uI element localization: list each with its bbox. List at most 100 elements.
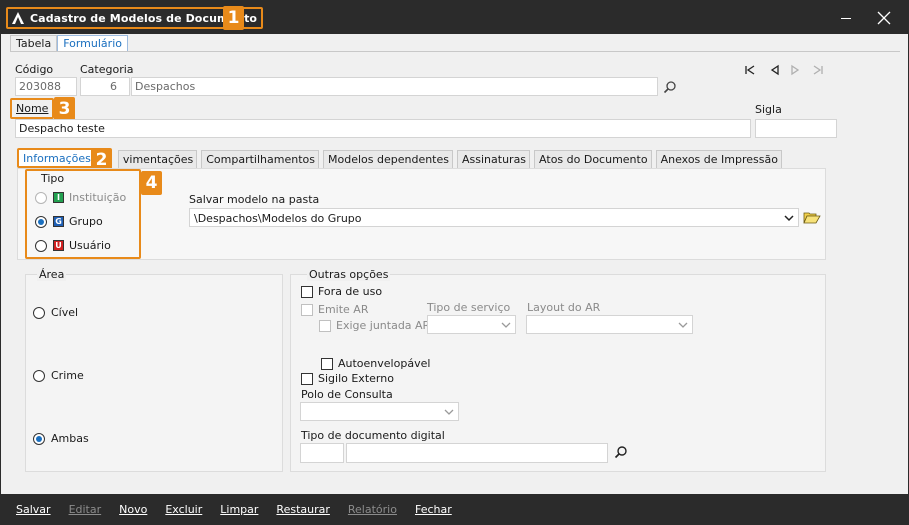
layout-ar-label: Layout do AR bbox=[527, 301, 601, 314]
tab-divider bbox=[10, 51, 900, 52]
minimize-icon bbox=[841, 18, 851, 19]
categoria-search-icon[interactable] bbox=[663, 80, 677, 97]
novo-button[interactable]: Novo bbox=[119, 503, 147, 516]
tab-compartilhamentos[interactable]: Compartilhamentos bbox=[201, 150, 319, 168]
tab-modelos-dependentes[interactable]: Modelos dependentes bbox=[323, 150, 453, 168]
relatorio-button: Relatório bbox=[347, 502, 397, 516]
sigla-field[interactable] bbox=[755, 119, 837, 138]
tipo-doc-digital-label: Tipo de documento digital bbox=[301, 429, 445, 442]
bottom-toolbar: Salvar Editar Novo Excluir Limpar Restau… bbox=[1, 494, 908, 524]
restaurar-button[interactable]: Restaurar bbox=[276, 503, 329, 516]
crime-label: Crime bbox=[51, 369, 84, 382]
tipo-instituicao-radio: I Instituição bbox=[35, 191, 126, 204]
next-record-icon bbox=[789, 64, 801, 79]
outras-opcoes-label: Outras opções bbox=[307, 268, 391, 281]
tipo-label: Tipo bbox=[41, 172, 65, 185]
usuario-icon: U bbox=[53, 240, 64, 251]
area-civel-radio[interactable]: Cível bbox=[33, 306, 78, 319]
minimize-button[interactable] bbox=[835, 7, 857, 29]
first-record-icon[interactable] bbox=[744, 64, 756, 79]
instituicao-icon: I bbox=[53, 192, 64, 203]
tipo-doc-search-icon[interactable] bbox=[614, 445, 628, 462]
inner-tabs: Informações vimentações Compartilhamento… bbox=[17, 148, 786, 168]
nome-field[interactable]: Despacho teste bbox=[15, 119, 751, 138]
fora-de-uso-checkbox[interactable]: Fora de uso bbox=[301, 285, 382, 298]
tab-assinaturas[interactable]: Assinaturas bbox=[457, 150, 531, 168]
nome-label: Nome bbox=[16, 102, 49, 115]
grupo-icon: G bbox=[53, 216, 64, 227]
codigo-field[interactable]: 203088 bbox=[15, 77, 77, 96]
grupo-label: Grupo bbox=[69, 215, 103, 228]
codigo-label: Código bbox=[15, 63, 54, 76]
emite-ar-label: Emite AR bbox=[318, 303, 369, 316]
close-icon bbox=[877, 11, 891, 25]
tab-anexos-de-impressao[interactable]: Anexos de Impressão bbox=[655, 150, 782, 168]
usuario-label: Usuário bbox=[69, 239, 111, 252]
editar-button: Editar bbox=[68, 502, 102, 516]
chevron-down-icon bbox=[444, 409, 454, 415]
pasta-label: Salvar modelo na pasta bbox=[189, 193, 320, 206]
checkbox-box bbox=[301, 303, 313, 316]
categoria-label: Categoria bbox=[80, 63, 134, 76]
pasta-value: \Despachos\Modelos do Grupo bbox=[194, 212, 362, 225]
checkbox-box bbox=[321, 357, 333, 370]
chevron-down-icon bbox=[501, 322, 511, 328]
limpar-button[interactable]: Limpar bbox=[220, 503, 258, 516]
layout-ar-select bbox=[526, 315, 693, 334]
area-label: Área bbox=[37, 268, 67, 281]
badge-4: 4 bbox=[141, 171, 162, 195]
pasta-select[interactable]: \Despachos\Modelos do Grupo bbox=[189, 208, 799, 227]
badge-1: 1 bbox=[223, 6, 244, 30]
radio-dot bbox=[33, 369, 45, 382]
last-record-icon bbox=[812, 64, 824, 79]
radio-dot bbox=[33, 432, 45, 445]
exige-juntada-ar-label: Exige juntada AR bbox=[336, 319, 431, 332]
sigilo-externo-checkbox[interactable]: Sigilo Externo bbox=[301, 372, 394, 385]
tipo-servico-label: Tipo de serviço bbox=[427, 301, 511, 314]
prev-record-icon[interactable] bbox=[769, 64, 781, 79]
area-crime-radio[interactable]: Crime bbox=[33, 369, 84, 382]
fechar-button[interactable]: Fechar bbox=[415, 503, 452, 516]
app-logo-icon bbox=[11, 11, 25, 25]
polo-consulta-select[interactable] bbox=[300, 402, 459, 421]
categoria-code-field[interactable]: 6 bbox=[80, 77, 130, 96]
radio-dot bbox=[35, 191, 47, 204]
checkbox-box bbox=[301, 285, 313, 298]
instituicao-label: Instituição bbox=[69, 191, 127, 204]
sigilo-externo-label: Sigilo Externo bbox=[318, 372, 394, 385]
categoria-name-field[interactable]: Despachos bbox=[131, 77, 658, 96]
tab-tabela[interactable]: Tabela bbox=[10, 35, 58, 52]
fora-de-uso-label: Fora de uso bbox=[318, 285, 383, 298]
close-button[interactable] bbox=[873, 7, 895, 29]
title-bar: Cadastro de Modelos de Documento 1 bbox=[1, 1, 908, 34]
chevron-down-icon bbox=[678, 322, 688, 328]
autoenvelopavel-checkbox[interactable]: Autoenvelopável bbox=[321, 357, 430, 370]
tab-atos-do-documento[interactable]: Atos do Documento bbox=[534, 150, 652, 168]
tipo-doc-digital-code-field[interactable] bbox=[300, 443, 344, 463]
sigla-label: Sigla bbox=[755, 103, 782, 116]
emite-ar-checkbox: Emite AR bbox=[301, 303, 368, 316]
radio-dot bbox=[35, 239, 47, 252]
folder-open-icon[interactable] bbox=[803, 209, 821, 228]
window: Cadastro de Modelos de Documento 1 Tabel… bbox=[0, 0, 909, 525]
tab-informacoes[interactable]: Informações bbox=[17, 148, 96, 168]
exige-juntada-ar-checkbox: Exige juntada AR bbox=[319, 319, 430, 332]
area-ambas-radio[interactable]: Ambas bbox=[33, 432, 89, 445]
badge-3: 3 bbox=[54, 97, 75, 121]
salvar-button[interactable]: Salvar bbox=[16, 503, 51, 516]
polo-consulta-label: Polo de Consulta bbox=[301, 388, 393, 401]
top-tabs: Tabela Formulário bbox=[10, 35, 128, 52]
checkbox-box bbox=[301, 372, 313, 385]
tipo-grupo-radio[interactable]: G Grupo bbox=[35, 215, 103, 228]
chevron-down-icon bbox=[784, 215, 794, 222]
ambas-label: Ambas bbox=[51, 432, 89, 445]
autoenvelopavel-label: Autoenvelopável bbox=[338, 357, 431, 370]
excluir-button[interactable]: Excluir bbox=[165, 503, 202, 516]
radio-dot bbox=[33, 306, 45, 319]
tipo-doc-digital-name-field[interactable] bbox=[346, 443, 608, 463]
civel-label: Cível bbox=[51, 306, 79, 319]
tab-formulario[interactable]: Formulário bbox=[57, 35, 128, 52]
tipo-usuario-radio[interactable]: U Usuário bbox=[35, 239, 111, 252]
tab-movimentacoes[interactable]: vimentações bbox=[117, 150, 198, 168]
checkbox-box bbox=[319, 319, 331, 332]
